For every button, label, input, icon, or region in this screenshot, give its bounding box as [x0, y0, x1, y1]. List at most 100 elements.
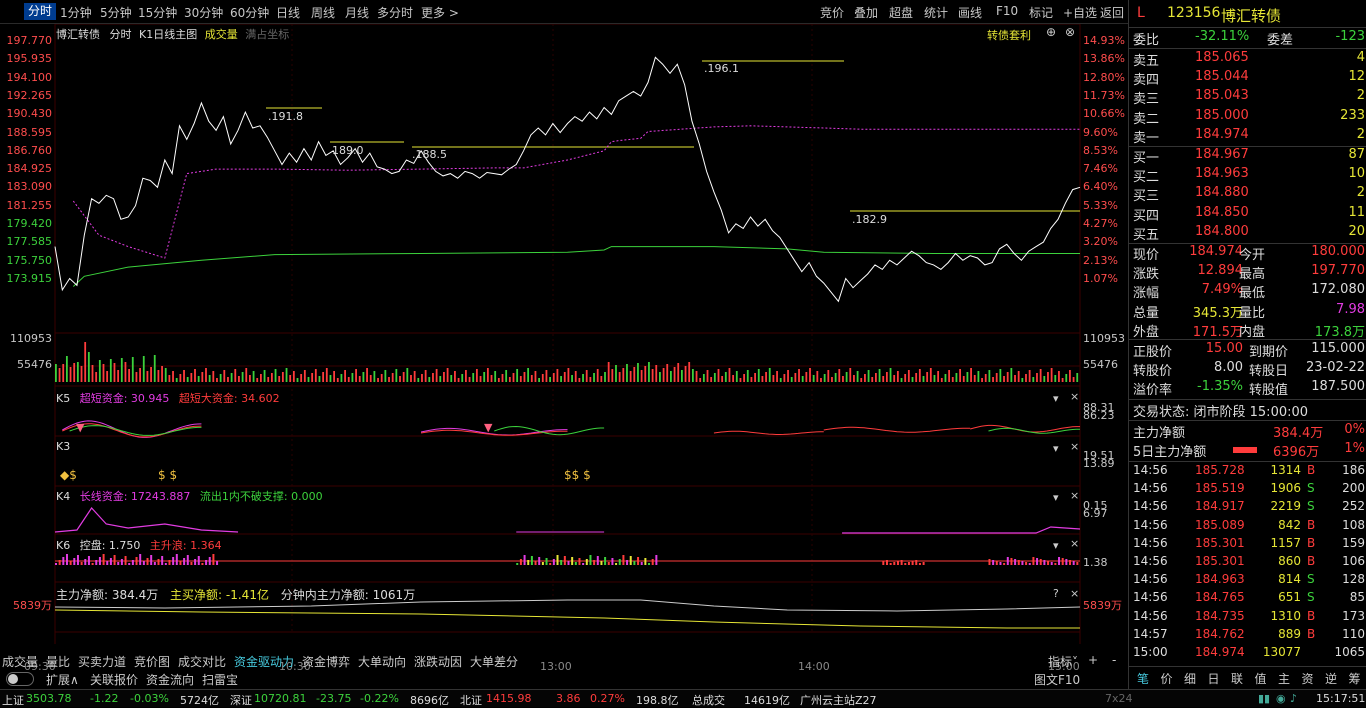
ask-row[interactable]: 卖四 185.044 12 [1133, 69, 1365, 88]
ask-row[interactable]: 卖三 185.043 2 [1133, 88, 1365, 107]
btn-overlay[interactable]: 叠加 [854, 4, 878, 21]
tab-capital-game[interactable]: 资金博弈 [302, 653, 350, 670]
indicator-menu[interactable]: 指标˅ [1048, 653, 1078, 670]
tab-30min[interactable]: 30分钟 [184, 4, 223, 21]
panel-tab[interactable]: 日 [1208, 670, 1220, 687]
panel-tab[interactable]: 联 [1231, 670, 1243, 687]
tab-weekly[interactable]: 周线 [311, 4, 335, 21]
extra-row[interactable]: 转股价 8.00 转股日 23-02-22 [1133, 360, 1365, 379]
btn-superpan[interactable]: 超盘 [889, 4, 913, 21]
toggle-switch[interactable] [6, 672, 34, 686]
tab-60min[interactable]: 60分钟 [230, 4, 269, 21]
tick-row[interactable]: 14:57 184.762 889 B 110 [1133, 627, 1365, 645]
panel-tab[interactable]: 主 [1278, 670, 1290, 687]
tab-price-cause[interactable]: 涨跌动因 [414, 653, 462, 670]
tick-row[interactable]: 14:56 184.765 651 S 85 [1133, 590, 1365, 608]
extra-row[interactable]: 正股价 15.00 到期价 115.000 [1133, 341, 1365, 360]
tab-volume-ratio[interactable]: 量比 [46, 653, 70, 670]
panel-tab[interactable]: 筹 [1349, 670, 1361, 687]
stat-row[interactable]: 涨跌 12.894 最高 197.770 [1133, 263, 1365, 282]
tab-volume[interactable]: 成交量 [2, 653, 38, 670]
tab-related-quote[interactable]: 关联报价 [90, 671, 138, 688]
k4-dropdown-icon[interactable]: ▾ [1053, 491, 1059, 504]
extra-row[interactable]: 溢价率 -1.35% 转股值 187.500 [1133, 379, 1365, 398]
tab-expand[interactable]: 扩展∧ [46, 671, 79, 688]
volume-bar [907, 370, 910, 382]
bid-row[interactable]: 买三 184.880 2 [1133, 185, 1365, 204]
tick-row[interactable]: 14:56 184.963 814 S 128 [1133, 572, 1365, 590]
panel-tab[interactable]: 细 [1184, 670, 1196, 687]
tab-auction-chart[interactable]: 竞价图 [134, 653, 170, 670]
tab-daily[interactable]: 日线 [276, 4, 300, 21]
tab-multi-fenshi[interactable]: 多分时 [377, 4, 413, 21]
bid-row[interactable]: 买二 184.963 10 [1133, 166, 1365, 185]
btn-f10[interactable]: F10 [996, 4, 1018, 18]
btn-draw[interactable]: 画线 [958, 4, 982, 21]
btn-add-watch[interactable]: +自选 [1063, 4, 1097, 21]
tick-row[interactable]: 15:00 184.974 13077 1065 [1133, 645, 1365, 663]
tab-1min[interactable]: 1分钟 [60, 4, 92, 21]
k6-dropdown-icon[interactable]: ▾ [1053, 539, 1059, 552]
panel-tab[interactable]: 笔 [1137, 670, 1149, 687]
k4-close-icon[interactable]: × [1070, 489, 1079, 502]
panel-tab[interactable]: 资 [1302, 670, 1314, 687]
tab-5min[interactable]: 5分钟 [100, 4, 132, 21]
panel-tab[interactable]: 价 [1161, 670, 1173, 687]
volume-bar [794, 373, 797, 382]
tab-trade-compare[interactable]: 成交对比 [178, 653, 226, 670]
server-station[interactable]: 广州云主站Z27 [800, 692, 877, 708]
volume-bar [893, 375, 896, 382]
bell-icon[interactable]: ♪ [1290, 692, 1297, 705]
flow-help-icon[interactable]: ? [1053, 587, 1059, 600]
stat-row[interactable]: 涨幅 7.49% 最低 172.080 [1133, 282, 1365, 301]
bid-row[interactable]: 买五 184.800 20 [1133, 224, 1365, 243]
f10-button[interactable]: 图文F10 [1034, 671, 1080, 688]
k3-dropdown-icon[interactable]: ▾ [1053, 442, 1059, 455]
sz-index-change: -23.75 [316, 692, 352, 705]
flow-close-icon[interactable]: × [1070, 587, 1079, 600]
tab-buy-sell-force[interactable]: 买卖力道 [78, 653, 126, 670]
tick-row[interactable]: 14:56 185.301 860 B 106 [1133, 554, 1365, 572]
k6-close-icon[interactable]: × [1070, 537, 1079, 550]
tab-capital-drive[interactable]: 资金驱动力 [234, 653, 294, 670]
tab-more[interactable]: 更多 > [421, 4, 459, 21]
ask-row[interactable]: 卖一 184.974 2 [1133, 127, 1365, 146]
k3-close-icon[interactable]: × [1070, 440, 1079, 453]
tab-monthly[interactable]: 月线 [345, 4, 369, 21]
stat-row[interactable]: 现价 184.974 今开 180.000 [1133, 244, 1365, 263]
tick-row[interactable]: 14:56 185.519 1906 S 200 [1133, 481, 1365, 499]
tick-row[interactable]: 14:56 184.917 2219 S 252 [1133, 499, 1365, 517]
bid-row[interactable]: 买一 184.967 87 [1133, 147, 1365, 166]
zoom-out-button[interactable]: - [1112, 653, 1116, 667]
tick-row[interactable]: 14:56 184.735 1310 B 173 [1133, 609, 1365, 627]
panel-tab[interactable]: 值 [1255, 670, 1267, 687]
sz-index-name[interactable]: 深证 [230, 692, 252, 708]
volume-bar [267, 377, 270, 382]
btn-stats[interactable]: 统计 [924, 4, 948, 21]
tick-row[interactable]: 14:56 185.728 1314 B 186 [1133, 463, 1365, 481]
btn-back[interactable]: 返回 [1100, 4, 1124, 21]
intraday-chart-area[interactable]: 博汇转债 分时 K1日线主图 成交量 满占坐标 转债套利 ⊕ ⊗ 197.770… [0, 24, 1128, 673]
btn-mark[interactable]: 标记 [1029, 4, 1053, 21]
volume-bar [1003, 376, 1005, 382]
stat-row[interactable]: 外盘 171.5万 内盘 173.8万 [1133, 321, 1365, 340]
ask-row[interactable]: 卖五 185.065 4 [1133, 50, 1365, 69]
stat-row[interactable]: 总量 345.3万 量比 7.98 [1133, 302, 1365, 321]
bz-index-name[interactable]: 北证 [460, 692, 482, 708]
ask-row[interactable]: 卖二 185.000 233 [1133, 108, 1365, 127]
panel-tab[interactable]: 逆 [1325, 670, 1337, 687]
tab-15min[interactable]: 15分钟 [138, 4, 177, 21]
tab-fenshi[interactable]: 分时 [24, 3, 57, 20]
tab-big-order[interactable]: 大单动向 [358, 653, 406, 670]
btn-auction[interactable]: 竞价 [820, 4, 844, 21]
k5-dropdown-icon[interactable]: ▾ [1053, 392, 1059, 405]
tab-minesweeper[interactable]: 扫雷宝 [202, 671, 238, 688]
tick-row[interactable]: 14:56 185.301 1157 B 159 [1133, 536, 1365, 554]
tab-big-order-diff[interactable]: 大单差分 [470, 653, 518, 670]
bid-row[interactable]: 买四 184.850 11 [1133, 205, 1365, 224]
sh-index-name[interactable]: 上证 [2, 692, 24, 708]
k5-close-icon[interactable]: × [1070, 390, 1079, 403]
tick-row[interactable]: 14:56 185.089 842 B 108 [1133, 518, 1365, 536]
zoom-in-button[interactable]: + [1088, 653, 1098, 667]
tab-capital-flow[interactable]: 资金流向 [146, 671, 194, 688]
